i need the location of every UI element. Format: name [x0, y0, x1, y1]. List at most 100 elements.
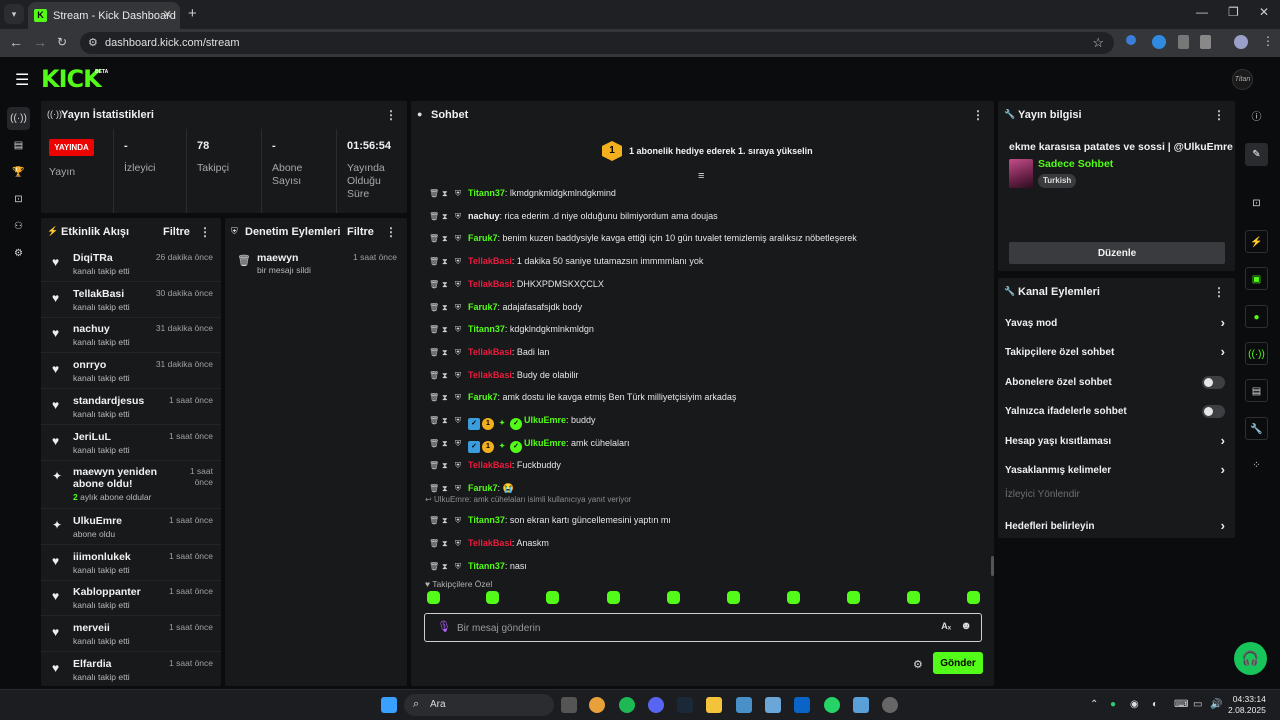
spotify-icon[interactable]	[619, 697, 635, 713]
chat-username[interactable]: Faruk7	[468, 392, 498, 402]
chat-username[interactable]: Titann37	[468, 188, 505, 198]
extension-icon[interactable]	[1126, 35, 1136, 45]
address-bar[interactable]: ⚙ dashboard.kick.com/stream ☆	[80, 32, 1114, 54]
list-item[interactable]: ♥ JeriLuL kanalı takip etti 1 saat önce	[41, 425, 221, 461]
trash-icon[interactable]: 🗑	[429, 439, 442, 448]
timeout-icon[interactable]: ⧗	[442, 257, 455, 267]
broadcast-icon[interactable]: ((·))	[1245, 342, 1268, 365]
file-explorer-icon[interactable]	[706, 697, 722, 713]
chat-message[interactable]: 🗑 ⧗ ⛨ nachuy: rica ederim .d niye olduğunu …	[429, 211, 718, 227]
timeout-icon[interactable]: ⧗	[442, 516, 455, 526]
trash-icon[interactable]: 🗑	[429, 280, 442, 289]
kick-logo[interactable]: KICK	[41, 65, 102, 93]
stream-nav-icon[interactable]: ((·))	[7, 107, 30, 130]
chat-username[interactable]: TellakBasi	[468, 279, 512, 289]
volume-icon[interactable]: 🔊	[1210, 699, 1222, 710]
list-item[interactable]: ♥ onrryo kanalı takip etti 31 dakika önce	[41, 353, 221, 390]
timeout-icon[interactable]: ⧗	[442, 393, 455, 403]
chat-username[interactable]: UlkuEmre	[524, 438, 566, 448]
chat-message[interactable]: 🗑 ⧗ ⛨ TellakBasi: Anaskm	[429, 538, 549, 554]
trash-icon[interactable]: 🗑	[429, 212, 442, 221]
channel-action-1[interactable]: Takipçilere özel sohbet ›	[1005, 341, 1225, 365]
browser-tab[interactable]: K Stream - Kick Dashboard ✕	[28, 2, 180, 29]
channel-action-2[interactable]: Abonelere özel sohbet	[1005, 371, 1225, 395]
chat-message[interactable]: 🗑 ⧗ ⛨ Faruk7: amk dostu ile kavga etmiş Ben…	[429, 392, 736, 408]
microphone-icon[interactable]: 🎙	[437, 620, 451, 633]
chevron-right-icon[interactable]: ›	[1221, 462, 1225, 477]
list-item[interactable]: ✦ maewyn yeniden abone oldu! 2 aylık abone…	[41, 460, 221, 510]
kick-emote-icon[interactable]	[427, 591, 440, 604]
toggle-switch[interactable]	[1202, 405, 1225, 419]
kick-emote-icon[interactable]	[787, 591, 800, 604]
timeout-icon[interactable]: ⧗	[442, 461, 455, 471]
layout-icon[interactable]: ▤	[1245, 379, 1268, 402]
focus-icon[interactable]: ⊡	[1245, 192, 1268, 215]
chat-message[interactable]: 🗑 ⧗ ⛨ Titann37: lkmdgnkmldgkmlndgkmind	[429, 188, 616, 204]
minimize-button[interactable]: —	[1196, 5, 1208, 19]
trash-icon[interactable]: 🗑	[429, 348, 442, 357]
profile-avatar[interactable]	[1234, 35, 1248, 49]
info-icon[interactable]: ⓘ	[1245, 106, 1268, 129]
chat-message[interactable]: 🗑 ⧗ ⛨ Titann37: kdgklndgkmlnkmldgn	[429, 324, 594, 340]
trash-icon[interactable]: 🗑	[429, 234, 442, 243]
list-item[interactable]: ♥ Elfardia kanalı takip etti 1 saat önce	[41, 652, 221, 686]
wrench-icon[interactable]: 🔧	[1245, 417, 1268, 440]
timeout-icon[interactable]: ⧗	[442, 439, 455, 449]
steam-icon[interactable]	[677, 697, 693, 713]
list-item[interactable]: ✦ UlkuEmre abone oldu 1 saat önce	[41, 509, 221, 545]
outlook-icon[interactable]	[794, 697, 810, 713]
chevron-right-icon[interactable]: ›	[1221, 344, 1225, 359]
reload-button[interactable]: ↻	[57, 35, 67, 49]
chat-username[interactable]: Titann37	[468, 561, 505, 571]
chat-username[interactable]: TellakBasi	[468, 347, 512, 357]
dashboard-nav-icon[interactable]: ▤	[7, 134, 30, 157]
kick-emote-icon[interactable]	[607, 591, 620, 604]
list-item[interactable]: ♥ standardjesus kanalı takip etti 1 saat ön…	[41, 389, 221, 425]
discord-icon[interactable]	[648, 697, 664, 713]
channel-action-7[interactable]: Hedefleri belirleyin ›	[1005, 515, 1225, 538]
chat-message[interactable]: 🗑 ⧗ ⛨ Faruk7: benim kuzen baddysiyle kavga …	[429, 233, 857, 249]
more-options-icon[interactable]: ⋮	[972, 108, 984, 122]
tray-app-icon[interactable]: ◐	[1152, 699, 1158, 710]
chat-input-box[interactable]: 🎙 Aₓ ☻	[424, 613, 982, 642]
app-icon[interactable]	[853, 697, 869, 713]
timeout-icon[interactable]: ⧗	[442, 371, 455, 381]
filter-button[interactable]: Filtre	[163, 226, 190, 238]
pencil-icon[interactable]: ✎	[1245, 143, 1268, 166]
app-icon[interactable]	[736, 697, 752, 713]
chat-username[interactable]: Titann37	[468, 515, 505, 525]
trash-icon[interactable]: 🗑	[429, 539, 442, 548]
new-tab-button[interactable]: +	[188, 5, 197, 22]
trash-icon[interactable]: 🗑	[429, 562, 442, 571]
taskbar-search[interactable]: ⌕ Ara	[404, 694, 554, 716]
trash-icon[interactable]: 🗑	[429, 371, 442, 380]
user-avatar[interactable]: Titan	[1232, 69, 1253, 90]
site-info-icon[interactable]: ⚙	[88, 36, 98, 49]
kick-emote-icon[interactable]	[486, 591, 499, 604]
timeout-icon[interactable]: ⧗	[442, 280, 455, 290]
kick-emote-icon[interactable]	[546, 591, 559, 604]
trash-icon[interactable]: 🗑	[429, 461, 442, 470]
tray-status-icon[interactable]: ●	[1110, 699, 1116, 710]
category-link[interactable]: Sadece Sohbet	[1038, 158, 1113, 170]
maximize-button[interactable]: ❐	[1228, 5, 1239, 19]
channel-action-5[interactable]: Yasaklanmış kelimeler ›	[1005, 459, 1225, 483]
obs-icon[interactable]	[882, 697, 898, 713]
list-item[interactable]: ♥ Kabloppanter kanalı takip etti 1 saat önc…	[41, 580, 221, 617]
chat-username[interactable]: TellakBasi	[468, 538, 512, 548]
chat-username[interactable]: Faruk7	[468, 233, 498, 243]
chat-username[interactable]: Faruk7	[468, 483, 498, 493]
notes-icon[interactable]: ▣	[1245, 267, 1268, 290]
timeout-icon[interactable]: ⧗	[442, 484, 455, 494]
list-item[interactable]: ♥ merveii kanalı takip etti 1 saat önce	[41, 616, 221, 652]
widgets-icon[interactable]: ⁘	[1245, 454, 1268, 477]
keyboard-icon[interactable]: ⌨	[1174, 699, 1188, 710]
windows-start-icon[interactable]	[381, 697, 397, 713]
timeout-icon[interactable]: ⧗	[442, 212, 455, 222]
extension-icon[interactable]	[1152, 35, 1166, 49]
chevron-right-icon[interactable]: ›	[1221, 315, 1225, 330]
send-button[interactable]: Gönder	[933, 652, 983, 674]
chrome-icon[interactable]	[589, 697, 605, 713]
chat-message[interactable]: 🗑 ⧗ ⛨ ✓ 1 ✦ ✓ UlkuEmre: amk cühelaları	[429, 438, 630, 454]
url-text[interactable]: dashboard.kick.com/stream	[105, 37, 240, 49]
